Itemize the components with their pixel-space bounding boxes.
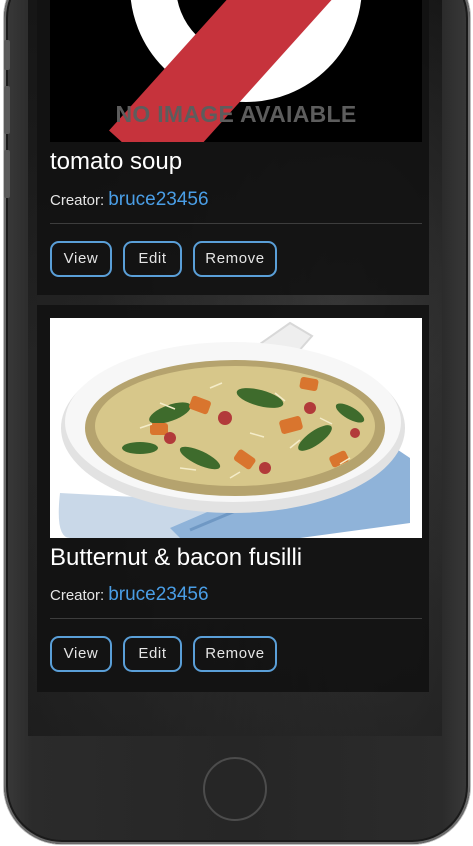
creator-link[interactable]: bruce23456 <box>108 189 208 210</box>
card-divider <box>50 618 422 619</box>
no-image-placeholder: NO IMAGE AVAIABLE <box>50 0 422 142</box>
recipe-creator: Creator: bruce23456 <box>50 189 209 211</box>
creator-link[interactable]: bruce23456 <box>108 584 208 605</box>
home-button[interactable] <box>203 757 267 821</box>
pasta-dish-image <box>50 318 422 538</box>
recipe-card: NO IMAGE AVAIABLE tomato soup Creator: br… <box>37 0 429 295</box>
creator-label: Creator: <box>50 587 105 604</box>
phone-side-button <box>4 86 10 134</box>
recipe-creator: Creator: bruce23456 <box>50 584 209 606</box>
recipe-title: Butternut & bacon fusilli <box>50 544 303 571</box>
phone-side-button <box>4 40 10 70</box>
no-image-text: NO IMAGE AVAIABLE <box>115 101 357 127</box>
remove-button[interactable]: Remove <box>193 636 277 672</box>
phone-side-button <box>4 150 10 198</box>
card-divider <box>50 223 422 224</box>
edit-button[interactable]: Edit <box>123 241 182 277</box>
phone-screen: NO IMAGE AVAIABLE tomato soup Creator: br… <box>28 0 442 736</box>
remove-button[interactable]: Remove <box>193 241 277 277</box>
recipe-card: Butternut & bacon fusilli Creator: bruce2… <box>37 305 429 692</box>
recipe-title: tomato soup <box>50 148 183 175</box>
creator-label: Creator: <box>50 192 105 209</box>
view-button[interactable]: View <box>50 636 112 672</box>
recipe-image <box>50 318 422 538</box>
edit-button[interactable]: Edit <box>123 636 182 672</box>
view-button[interactable]: View <box>50 241 112 277</box>
